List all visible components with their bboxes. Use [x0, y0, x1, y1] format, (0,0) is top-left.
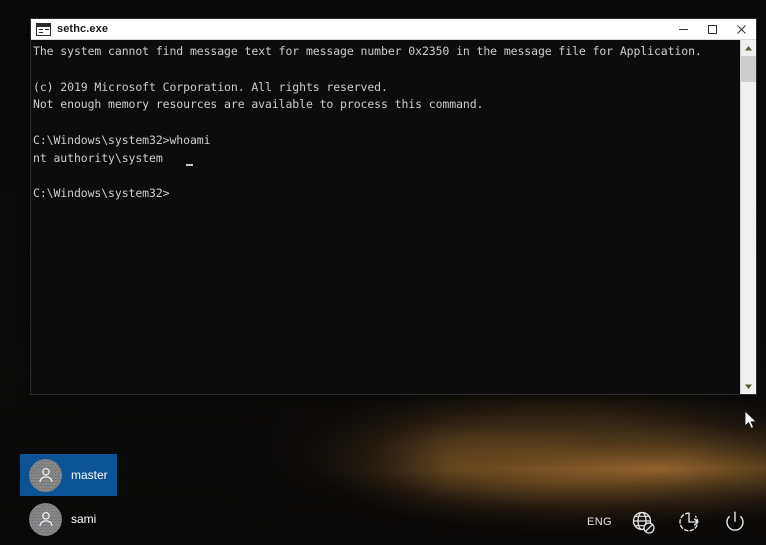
console-window-title: sethc.exe — [57, 23, 109, 35]
ease-of-access-button[interactable] — [674, 507, 704, 537]
minimize-icon — [679, 28, 688, 30]
console-output-area[interactable]: The system cannot find message text for … — [31, 40, 756, 394]
close-button[interactable] — [727, 19, 756, 39]
console-titlebar[interactable]: sethc.exe — [31, 19, 756, 40]
power-icon — [726, 511, 744, 531]
account-tile-sami[interactable]: sami — [20, 498, 117, 540]
lock-screen-tray: ENG — [587, 507, 750, 537]
network-disconnected-button[interactable] — [628, 507, 658, 537]
minimize-button[interactable] — [669, 19, 698, 39]
account-name-label: sami — [71, 512, 97, 526]
window-controls — [669, 19, 756, 39]
account-tile-master[interactable]: master — [20, 454, 117, 496]
person-glyph-icon — [38, 468, 53, 483]
console-window[interactable]: sethc.exe The system cannot find message… — [31, 19, 756, 394]
scroll-up-button[interactable] — [741, 40, 756, 56]
user-avatar-icon — [29, 458, 62, 492]
user-account-list: master sami — [20, 454, 117, 542]
person-glyph-icon — [38, 512, 53, 527]
language-indicator[interactable]: ENG — [587, 516, 612, 528]
scrollbar-thumb[interactable] — [741, 56, 756, 82]
account-name-label: master — [71, 468, 108, 482]
maximize-icon — [708, 24, 717, 34]
user-avatar-icon — [29, 502, 62, 536]
console-scrollbar[interactable] — [740, 40, 756, 394]
ease-of-access-icon — [679, 512, 699, 532]
console-icon — [36, 22, 51, 36]
power-button[interactable] — [720, 507, 750, 537]
scroll-up-icon — [745, 45, 752, 50]
console-output-text: The system cannot find message text for … — [33, 44, 702, 201]
scroll-down-button[interactable] — [741, 378, 756, 394]
console-caret — [186, 164, 193, 166]
scroll-down-icon — [745, 384, 752, 389]
network-disconnected-icon — [632, 511, 655, 534]
maximize-button[interactable] — [698, 19, 727, 39]
close-icon — [737, 24, 746, 34]
